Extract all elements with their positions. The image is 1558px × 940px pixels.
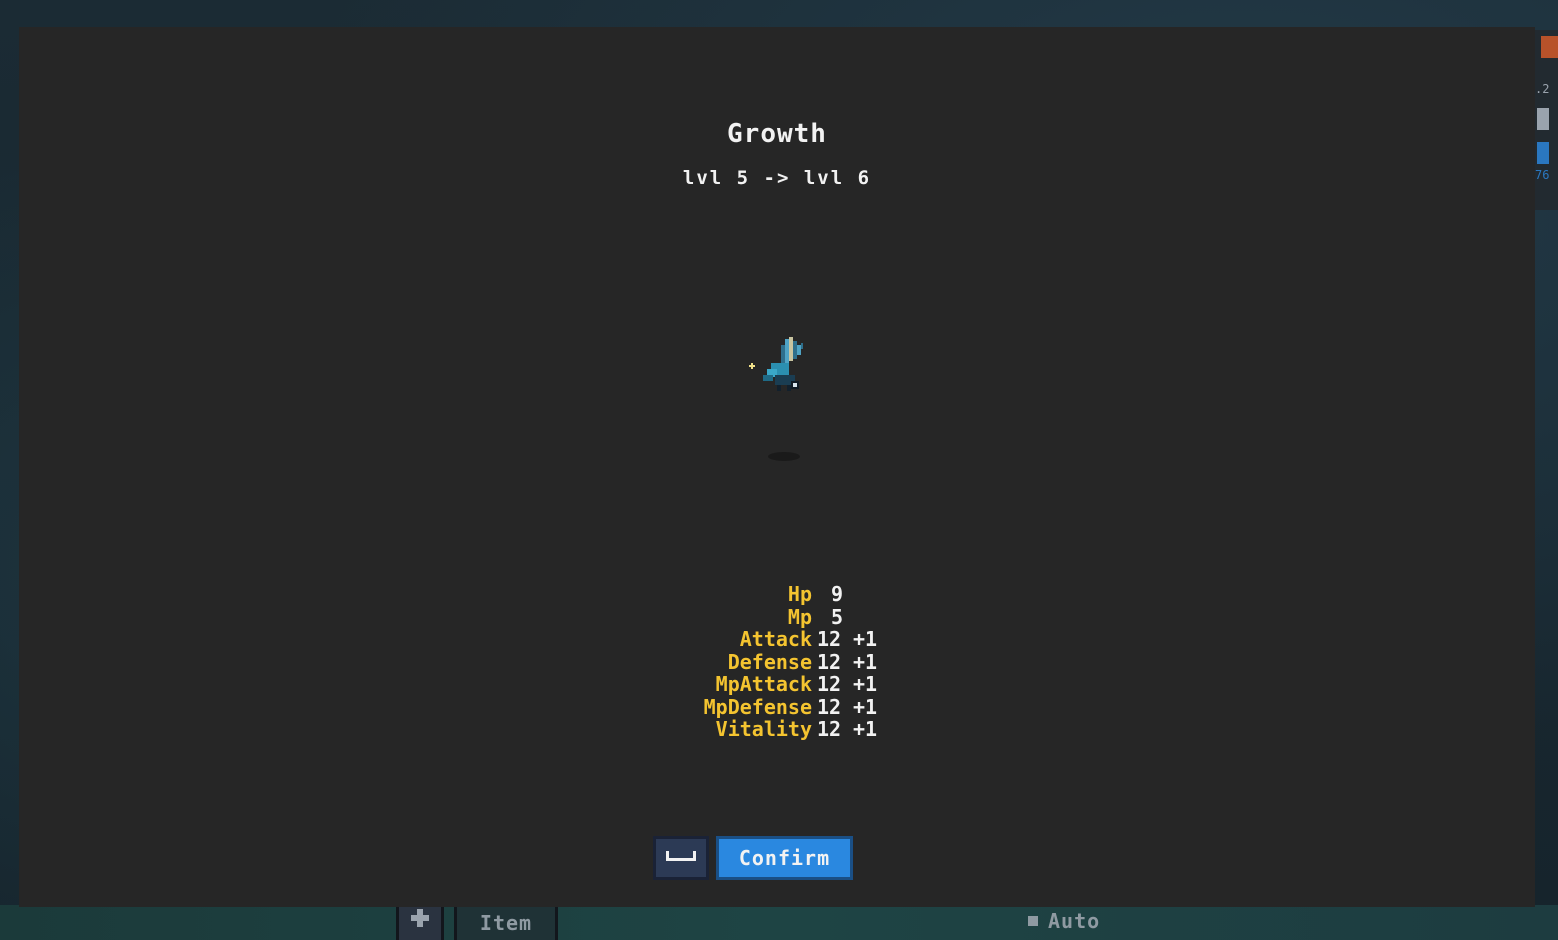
creature-shadow (768, 452, 800, 461)
enemy-mp-label: 76 (1535, 168, 1550, 182)
enemy-mp-bar (1537, 142, 1549, 164)
stat-value: 12 (817, 694, 842, 719)
stat-value: 12 (817, 672, 842, 696)
stat-bonus: +1 (853, 672, 878, 696)
level-change-text: lvl 5 -> lvl 6 (682, 167, 872, 189)
stat-row: Hp 9 (659, 583, 919, 606)
stat-row: MpAttack 12 +1 (659, 673, 919, 696)
dpad-icon (411, 909, 429, 927)
stat-value: 12 (817, 627, 842, 651)
spacebar-key-icon (653, 836, 709, 880)
confirm-button[interactable]: Confirm (716, 836, 853, 880)
enemy-hp-bar (1537, 108, 1549, 130)
stat-row: MpDefense 12 +1 (659, 696, 919, 719)
stat-name: Vitality (715, 717, 812, 741)
stats-table: Hp 9 Mp 5 Attack 12 +1 Defense 12 +1 MpAttack 12 +1 M… (659, 583, 919, 741)
creature-sprite (749, 337, 803, 391)
stat-bonus: +1 (853, 627, 878, 651)
stat-value: 9 (831, 582, 844, 606)
stat-name: Hp (787, 582, 812, 606)
item-button[interactable]: Item (454, 905, 558, 940)
auto-indicator-icon (1028, 916, 1038, 926)
stat-name: MpAttack (715, 672, 812, 696)
stat-name: Attack (739, 627, 812, 651)
enemy-marker (1541, 36, 1558, 58)
stat-row: Attack 12 +1 (659, 628, 919, 651)
item-icon-box[interactable] (396, 905, 444, 940)
stat-bonus: +1 (853, 717, 878, 741)
enemy-status-panel: .2 76 (1535, 30, 1558, 210)
enemy-stat-label: .2 (1535, 82, 1550, 96)
stat-value: 5 (831, 604, 844, 629)
stat-value: 12 (817, 717, 842, 741)
stat-name: Mp (787, 604, 812, 629)
stat-value: 12 (817, 649, 842, 674)
stat-row: Vitality 12 +1 (659, 718, 919, 741)
auto-toggle[interactable]: Auto (1028, 908, 1100, 934)
dialog-title: Growth (727, 119, 827, 149)
growth-dialog: Growth lvl 5 -> lvl 6 Hp 9 Mp 5 Attack 12 +1 De… (19, 27, 1535, 907)
stat-bonus: +1 (853, 694, 878, 719)
stat-row: Mp 5 (659, 606, 919, 629)
stat-row: Defense 12 +1 (659, 651, 919, 674)
battle-command-bar (0, 905, 1558, 940)
stat-bonus: +1 (853, 649, 878, 674)
stat-name: MpDefense (703, 694, 812, 719)
stat-name: Defense (727, 649, 812, 674)
auto-label: Auto (1048, 909, 1101, 933)
spacebar-glyph (666, 851, 696, 861)
